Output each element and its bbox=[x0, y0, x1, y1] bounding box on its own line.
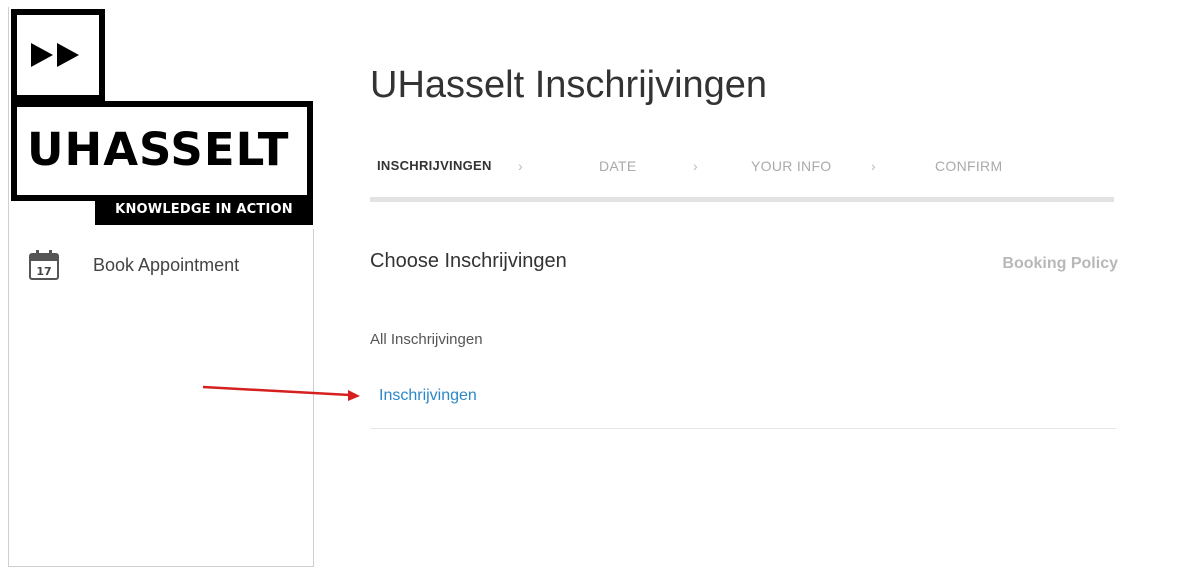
annotation-arrow-icon bbox=[202, 385, 360, 401]
sidebar: UHASSELT KNOWLEDGE IN ACTION 17 Book App… bbox=[8, 7, 315, 567]
fast-forward-icon bbox=[11, 9, 105, 101]
logo-wordmark-box: UHASSELT bbox=[11, 101, 313, 201]
calendar-icon: 17 bbox=[27, 248, 61, 282]
section-title: Choose Inschrijvingen bbox=[370, 250, 567, 272]
chevron-right-icon: › bbox=[693, 158, 698, 174]
logo-tagline: KNOWLEDGE IN ACTION bbox=[95, 195, 313, 225]
category-label: All Inschrijvingen bbox=[370, 331, 483, 348]
booking-policy-link[interactable]: Booking Policy bbox=[1002, 255, 1118, 273]
booking-steps: INSCHRIJVINGEN › DATE › YOUR INFO › CONF… bbox=[370, 158, 1114, 184]
sidebar-item-label: Book Appointment bbox=[93, 254, 240, 275]
page-title: UHasselt Inschrijvingen bbox=[370, 64, 768, 106]
service-link-inschrijvingen[interactable]: Inschrijvingen bbox=[379, 387, 477, 405]
sidebar-item-book-appointment[interactable]: 17 Book Appointment bbox=[27, 247, 239, 283]
step-date[interactable]: DATE bbox=[599, 158, 637, 174]
uhasselt-logo[interactable]: UHASSELT KNOWLEDGE IN ACTION bbox=[9, 7, 315, 229]
divider bbox=[370, 428, 1116, 429]
steps-progress-bar bbox=[370, 197, 1114, 202]
step-confirm[interactable]: CONFIRM bbox=[935, 158, 1002, 174]
chevron-right-icon: › bbox=[518, 158, 523, 174]
booking-page: UHASSELT KNOWLEDGE IN ACTION 17 Book App… bbox=[0, 0, 1180, 572]
calendar-day-number: 17 bbox=[36, 265, 51, 278]
logo-wordmark: UHASSELT bbox=[27, 123, 290, 176]
chevron-right-icon: › bbox=[871, 158, 876, 174]
step-inschrijvingen[interactable]: INSCHRIJVINGEN bbox=[377, 158, 492, 173]
step-your-info[interactable]: YOUR INFO bbox=[751, 158, 831, 174]
